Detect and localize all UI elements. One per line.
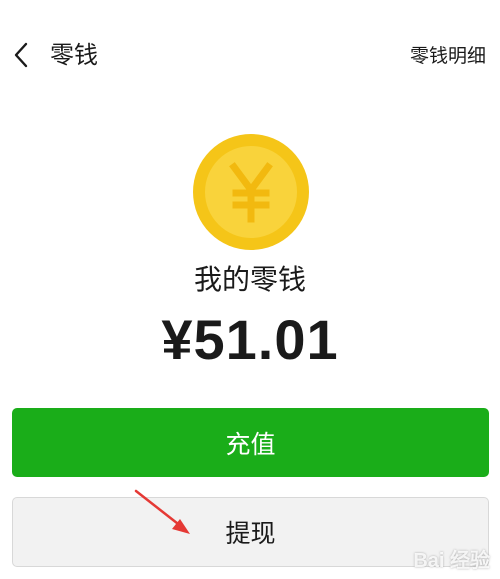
top-nav-bar: 零钱 零钱明细 xyxy=(0,0,500,112)
chevron-left-icon xyxy=(14,42,28,68)
balance-label: 我的零钱 xyxy=(193,263,306,296)
recharge-button[interactable]: 充值 xyxy=(12,408,489,477)
baidu-jingyan-watermark: Bai 经验 xyxy=(413,544,490,573)
back-button[interactable] xyxy=(10,40,32,70)
balance-amount: ¥51.01 xyxy=(161,308,339,371)
recharge-button-label: 充值 xyxy=(225,429,276,459)
page-title: 零钱 xyxy=(50,41,98,69)
watermark-text: Bai 经验 xyxy=(413,550,490,572)
yuan-coin-icon xyxy=(193,134,309,250)
balance-details-link[interactable]: 零钱明细 xyxy=(410,43,486,69)
withdraw-button-label: 提现 xyxy=(225,519,276,548)
